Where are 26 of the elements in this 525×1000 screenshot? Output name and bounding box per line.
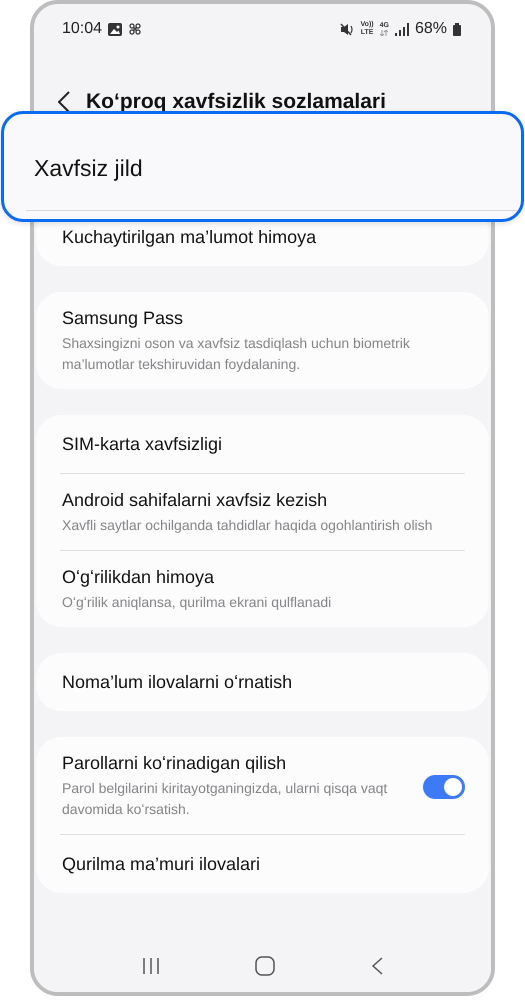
page-title: Koʻproq xavfsizlik sozlamalari	[86, 90, 386, 114]
toggle-switch[interactable]	[423, 774, 465, 798]
setting-title[interactable]: Kuchaytirilgan ma’lumot himoya	[62, 227, 465, 248]
image-icon	[108, 22, 122, 36]
home-icon[interactable]	[255, 956, 276, 976]
back-icon[interactable]	[371, 957, 384, 975]
setting-title[interactable]: Qurilma ma’muri ilovalari	[62, 854, 465, 875]
setting-title[interactable]: Oʻgʻrilikdan himoya	[62, 567, 465, 588]
setting-title[interactable]: Noma’lum ilovalarni oʻrnatish	[62, 672, 465, 693]
battery-icon	[453, 22, 461, 36]
setting-description: Oʻgʻrilik aniqlansa, qurilma ekrani qulflanadi	[62, 593, 332, 612]
setting-title[interactable]: SIM-karta xavfsizligi	[62, 434, 465, 455]
setting-description: Xavfli saytlar ochilganda tahdidlar haqida ogohlantirish olish	[62, 516, 434, 535]
status-time: 10:04	[62, 20, 102, 38]
setting-description: Parol belgilarini kiritayotganingizda, ularni qisqa vaqt davomida koʻrsatish.	[62, 779, 388, 819]
signal-icon	[394, 22, 409, 36]
mute-icon	[340, 22, 355, 36]
setting-title[interactable]: Xavfsiz jild	[4, 114, 521, 182]
recent-apps-icon[interactable]	[142, 958, 160, 974]
setting-title[interactable]: Samsung Pass	[62, 308, 465, 329]
setting-title[interactable]: Android sahifalarni xavfsiz kezish	[62, 490, 465, 511]
flower-icon	[128, 22, 142, 36]
setting-title[interactable]: Parollarni koʻrinadigan qilish	[62, 753, 411, 774]
battery-percent: 68%	[414, 20, 447, 38]
setting-description: Shaxsingizni oson va xavfsiz tasdiqlash uchun biometrik ma’lumotlar tekshiruvidan foydalaning.	[62, 334, 411, 374]
back-icon[interactable]	[58, 91, 70, 113]
